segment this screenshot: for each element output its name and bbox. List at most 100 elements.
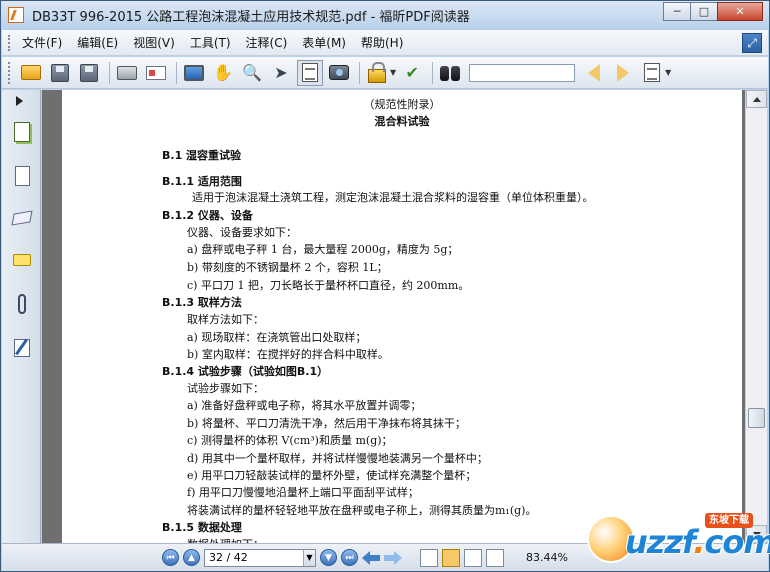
last-page-icon: ⏭	[345, 552, 354, 563]
sign-button[interactable]: ✔	[399, 60, 425, 86]
panel-expand-icon[interactable]	[16, 96, 23, 106]
export-dropdown-icon[interactable]: ▼	[665, 68, 671, 77]
pointer-icon: ➤	[274, 63, 288, 82]
snapshot-button[interactable]	[326, 60, 352, 86]
page-dropdown-icon[interactable]: ▼	[303, 549, 315, 566]
text-select-icon	[302, 63, 318, 82]
page-icon	[14, 166, 30, 186]
save-button[interactable]	[47, 60, 73, 86]
sign-icon: ✔	[405, 63, 419, 82]
continuous-view-button[interactable]	[442, 548, 460, 567]
signature-icon	[14, 339, 30, 357]
menu-comment[interactable]: 注释(C)	[246, 34, 288, 51]
next-page-icon: ▼	[325, 552, 332, 563]
app-window: DB33T 996-2015 公路工程泡沫混凝土应用技术规范.pdf - 福昕P…	[0, 0, 770, 572]
vertical-scrollbar[interactable]	[745, 90, 767, 543]
card-button[interactable]	[143, 60, 169, 86]
menu-bar: 文件(F) 编辑(E) 视图(V) 工具(T) 注释(C) 表单(M) 帮助(H…	[2, 30, 768, 56]
page-number-field[interactable]: 32 / 42 ▼	[204, 548, 316, 567]
watermark-text: uzzf.com	[625, 523, 770, 561]
next-match-icon	[617, 63, 630, 82]
rms-dropdown-icon[interactable]: ▼	[390, 68, 396, 77]
print-icon	[117, 65, 137, 80]
toolbar-separator	[359, 61, 360, 84]
expand-window-icon[interactable]: ⤢	[742, 33, 762, 53]
zoom-level[interactable]: 83.44%	[526, 551, 568, 564]
document-view[interactable]: （规范性附录） 混合料试验 B.1 湿容重试验 B.1.1 适用范围 适用于泡沫混凝…	[42, 90, 745, 543]
menu-tools[interactable]: 工具(T)	[190, 34, 231, 51]
main-toolbar: ✋ 🔍 ➤ ▼ ✔ ▼	[2, 57, 768, 89]
body-line: e) 用平口刀轻敲装试样的量杯外壁，使试样充满整个量杯；	[187, 469, 477, 482]
find-next-button[interactable]	[610, 60, 636, 86]
body-line: b) 将量杯、平口刀清洗干净，然后用干净抹布将其抹干；	[187, 417, 466, 430]
minimize-button[interactable]: ─	[663, 2, 691, 21]
save-all-icon	[80, 63, 98, 82]
find-previous-button[interactable]	[581, 60, 607, 86]
find-button[interactable]	[437, 60, 463, 86]
rms-button[interactable]	[364, 60, 390, 86]
close-button[interactable]: ✕	[717, 2, 763, 21]
body-line: d) 用其中一个量杯取样，并将试样慢慢地装满另一个量杯中；	[187, 452, 488, 465]
attachment-clip-icon	[18, 294, 26, 314]
pages-panel-button[interactable]	[10, 120, 34, 144]
last-page-button[interactable]: ⏭	[341, 549, 358, 566]
body-line: 取样方法如下：	[187, 313, 264, 326]
section-heading: B.1.3 取样方法	[162, 296, 242, 309]
comments-panel-button[interactable]	[10, 248, 34, 272]
menu-edit[interactable]: 编辑(E)	[77, 34, 118, 51]
back-button[interactable]	[362, 550, 380, 565]
export-button[interactable]	[639, 60, 665, 86]
toolbar-separator	[432, 61, 434, 84]
scroll-up-button[interactable]	[746, 90, 767, 108]
section-heading: B.1.1 适用范围	[162, 175, 242, 188]
save-all-button[interactable]	[76, 60, 102, 86]
export-icon	[644, 63, 661, 82]
continuous-facing-view-button[interactable]	[486, 548, 504, 567]
fullscreen-button[interactable]	[181, 60, 207, 86]
section-heading: B.1.5 数据处理	[162, 521, 242, 534]
menu-form[interactable]: 表单(M)	[302, 34, 346, 51]
section-heading: B.1.2 仪器、设备	[162, 209, 253, 222]
toolbar-separator	[109, 61, 110, 84]
menu-grip-icon[interactable]	[8, 34, 12, 51]
layers-panel-button[interactable]	[10, 206, 34, 230]
facing-view-button[interactable]	[464, 548, 482, 567]
attachments-panel-button[interactable]	[10, 292, 34, 316]
single-page-view-button[interactable]	[420, 548, 438, 567]
next-page-button[interactable]: ▼	[320, 549, 337, 566]
print-button[interactable]	[114, 60, 140, 86]
search-input[interactable]	[469, 63, 576, 82]
menu-view[interactable]: 视图(V)	[133, 34, 175, 51]
monitor-icon	[184, 64, 204, 81]
site-watermark: uzzf.com 东坡下载	[587, 513, 770, 565]
toolbar-grip-icon[interactable]	[8, 61, 12, 84]
navigation-panel	[2, 90, 41, 543]
zoom-tool-button[interactable]: 🔍	[239, 60, 265, 86]
first-page-button[interactable]: ⏮	[162, 549, 179, 566]
page-number-value: 32 / 42	[209, 551, 248, 564]
title-bar: DB33T 996-2015 公路工程泡沫混凝土应用技术规范.pdf - 福昕P…	[1, 1, 769, 29]
text-select-button[interactable]	[297, 59, 323, 86]
watermark-tail: com	[704, 523, 770, 561]
select-tool-button[interactable]: ➤	[268, 60, 294, 86]
save-icon	[51, 63, 69, 82]
signatures-panel-button[interactable]	[10, 336, 34, 360]
watermark-main: uzzf	[625, 523, 694, 561]
section-heading: B.1.4 试验步骤（试验如图B.1）	[162, 365, 329, 378]
menu-file[interactable]: 文件(F)	[22, 34, 62, 51]
previous-page-button[interactable]: ▲	[183, 549, 200, 566]
body-line: a) 准备好盘秤或电子称，将其水平放置并调零；	[187, 399, 422, 412]
scroll-thumb[interactable]	[748, 408, 765, 428]
pdf-page[interactable]: （规范性附录） 混合料试验 B.1 湿容重试验 B.1.1 适用范围 适用于泡沫混凝…	[62, 90, 742, 543]
forward-button[interactable]	[384, 550, 402, 565]
open-button[interactable]	[18, 60, 44, 86]
menu-help[interactable]: 帮助(H)	[361, 34, 403, 51]
page-panel-button[interactable]	[10, 164, 34, 188]
hand-icon: ✋	[213, 63, 233, 82]
maximize-button[interactable]: □	[690, 2, 718, 21]
body-line: 仪器、设备要求如下：	[187, 226, 297, 239]
hand-tool-button[interactable]: ✋	[210, 60, 236, 86]
open-folder-icon	[21, 65, 41, 80]
snapshot-icon	[329, 65, 349, 80]
body-line: 数据处理如下：	[187, 536, 264, 543]
